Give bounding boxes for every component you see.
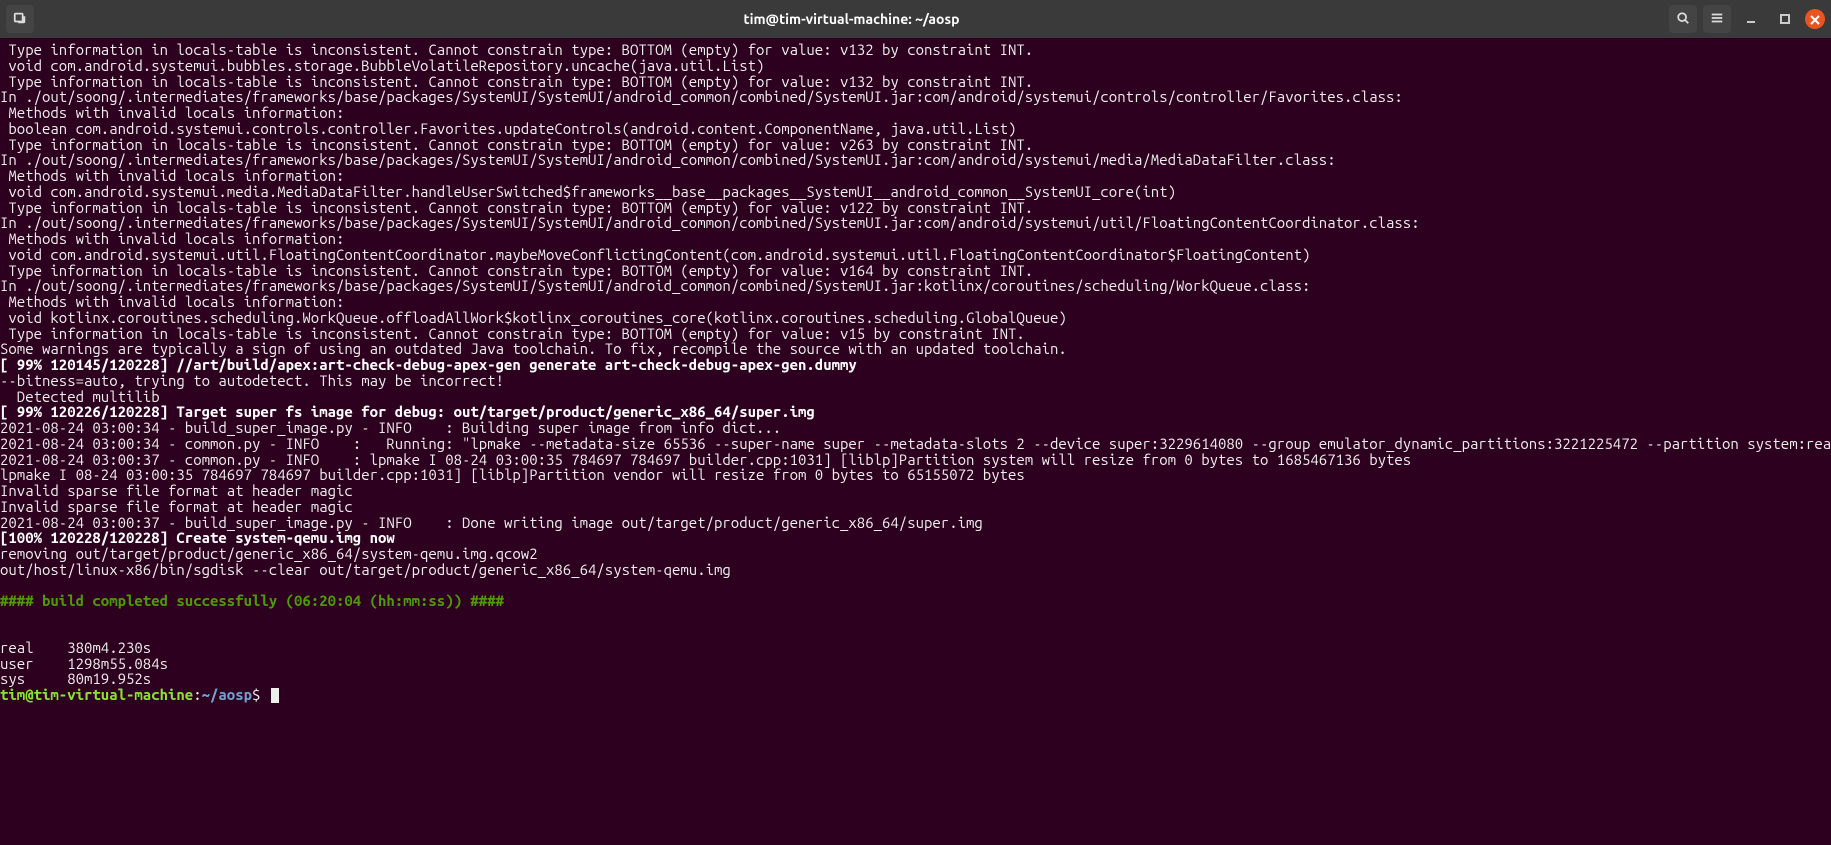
close-icon bbox=[1810, 11, 1820, 28]
prompt-user-host: tim@tim-virtual-machine bbox=[0, 686, 193, 703]
terminal-line: In ./out/soong/.intermediates/frameworks… bbox=[0, 215, 1831, 231]
terminal-line bbox=[0, 578, 1831, 594]
close-button[interactable] bbox=[1805, 9, 1825, 29]
cursor bbox=[271, 688, 279, 703]
maximize-button[interactable] bbox=[1771, 5, 1799, 33]
terminal-line: void com.android.systemui.util.FloatingC… bbox=[0, 247, 1831, 263]
terminal-line: removing out/target/product/generic_x86_… bbox=[0, 546, 1831, 562]
hamburger-menu-button[interactable] bbox=[1703, 5, 1731, 33]
terminal-line: Type information in locals-table is inco… bbox=[0, 263, 1831, 279]
search-button[interactable] bbox=[1669, 5, 1697, 33]
terminal-line: 2021-08-24 03:00:34 - common.py - INFO :… bbox=[0, 436, 1831, 452]
terminal-line: Type information in locals-table is inco… bbox=[0, 137, 1831, 153]
terminal-line: 2021-08-24 03:00:34 - build_super_image.… bbox=[0, 420, 1831, 436]
new-tab-button[interactable] bbox=[6, 5, 34, 33]
terminal-line: In ./out/soong/.intermediates/frameworks… bbox=[0, 152, 1831, 168]
terminal-line: out/host/linux-x86/bin/sgdisk --clear ou… bbox=[0, 562, 1831, 578]
terminal-line: Invalid sparse file format at header mag… bbox=[0, 483, 1831, 499]
terminal-line: 2021-08-24 03:00:37 - build_super_image.… bbox=[0, 515, 1831, 531]
terminal-line: In ./out/soong/.intermediates/frameworks… bbox=[0, 89, 1831, 105]
terminal-line: lpmake I 08-24 03:00:35 784697 784697 bu… bbox=[0, 467, 1831, 483]
terminal-line: boolean com.android.systemui.controls.co… bbox=[0, 121, 1831, 137]
terminal-line bbox=[0, 609, 1831, 625]
search-icon bbox=[1676, 11, 1690, 28]
terminal-line: Detected multilib bbox=[0, 389, 1831, 405]
terminal-line: void kotlinx.coroutines.scheduling.WorkQ… bbox=[0, 310, 1831, 326]
new-tab-icon bbox=[13, 11, 27, 28]
terminal-line: Type information in locals-table is inco… bbox=[0, 200, 1831, 216]
terminal-line: Type information in locals-table is inco… bbox=[0, 42, 1831, 58]
prompt-colon: : bbox=[193, 686, 201, 703]
terminal-line: Methods with invalid locals information: bbox=[0, 168, 1831, 184]
terminal-line: Methods with invalid locals information: bbox=[0, 294, 1831, 310]
terminal-line: --bitness=auto, trying to autodetect. Th… bbox=[0, 373, 1831, 389]
terminal-prompt[interactable]: tim@tim-virtual-machine:~/aosp$ bbox=[0, 687, 1831, 703]
terminal-line: void com.android.systemui.bubbles.storag… bbox=[0, 58, 1831, 74]
terminal-line: 2021-08-24 03:00:37 - common.py - INFO :… bbox=[0, 452, 1831, 468]
terminal-line: Invalid sparse file format at header mag… bbox=[0, 499, 1831, 515]
terminal-line: sys 80m19.952s bbox=[0, 671, 1831, 687]
terminal-line: Type information in locals-table is inco… bbox=[0, 74, 1831, 90]
terminal-output[interactable]: Type information in locals-table is inco… bbox=[0, 38, 1831, 703]
minimize-icon bbox=[1745, 11, 1757, 28]
maximize-icon bbox=[1779, 11, 1791, 28]
window-titlebar: tim@tim-virtual-machine: ~/aosp bbox=[0, 0, 1831, 38]
terminal-line: user 1298m55.084s bbox=[0, 656, 1831, 672]
terminal-line: [100% 120228/120228] Create system-qemu.… bbox=[0, 530, 1831, 546]
prompt-path: ~/aosp bbox=[202, 686, 252, 703]
hamburger-icon bbox=[1710, 11, 1724, 28]
terminal-line: real 380m4.230s bbox=[0, 640, 1831, 656]
terminal-line: [ 99% 120226/120228] Target super fs ima… bbox=[0, 404, 1831, 420]
terminal-line: Methods with invalid locals information: bbox=[0, 105, 1831, 121]
terminal-line bbox=[0, 624, 1831, 640]
terminal-line: void com.android.systemui.media.MediaDat… bbox=[0, 184, 1831, 200]
terminal-line: Type information in locals-table is inco… bbox=[0, 326, 1831, 342]
terminal-line: [ 99% 120145/120228] //art/build/apex:ar… bbox=[0, 357, 1831, 373]
terminal-line: #### build completed successfully (06:20… bbox=[0, 593, 1831, 609]
minimize-button[interactable] bbox=[1737, 5, 1765, 33]
terminal-line: In ./out/soong/.intermediates/frameworks… bbox=[0, 278, 1831, 294]
terminal-line: Some warnings are typically a sign of us… bbox=[0, 341, 1831, 357]
prompt-dollar: $ bbox=[252, 686, 269, 703]
window-title: tim@tim-virtual-machine: ~/aosp bbox=[34, 11, 1669, 27]
terminal-line: Methods with invalid locals information: bbox=[0, 231, 1831, 247]
